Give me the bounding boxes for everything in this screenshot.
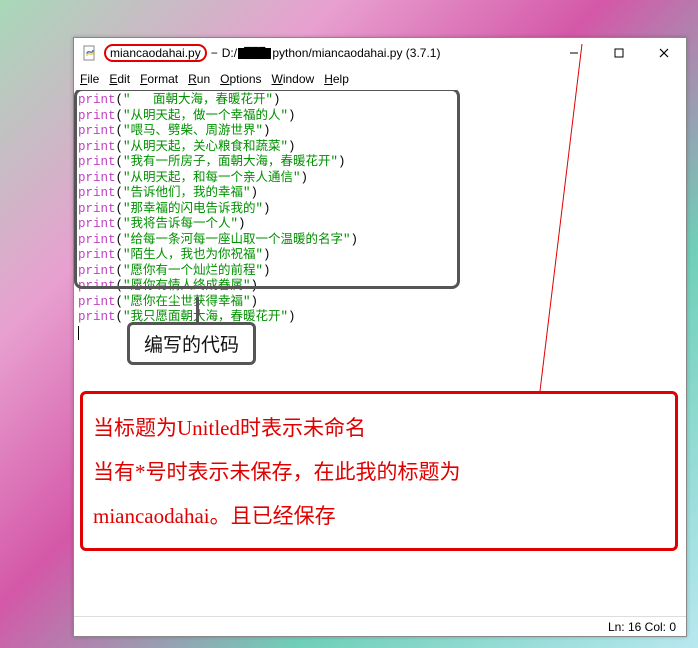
code-line: print("我将告诉每一个人") <box>78 217 682 233</box>
menu-format[interactable]: Format <box>140 72 178 86</box>
title-separator: − <box>211 46 218 60</box>
code-label-annotation: 编写的代码 <box>127 322 256 365</box>
title-redacted: ███ <box>238 48 271 59</box>
title-filename: miancaodahai.py <box>104 44 207 62</box>
code-line: print("我有一所房子，面朝大海，春暖花开") <box>78 155 682 171</box>
code-line: print("从明天起，关心粮食和蔬菜") <box>78 140 682 156</box>
menu-edit[interactable]: Edit <box>109 72 130 86</box>
menu-file[interactable]: File <box>80 72 99 86</box>
code-line: print("从明天起，做一个幸福的人") <box>78 109 682 125</box>
text-caret <box>78 326 79 340</box>
code-line: print("愿你在尘世获得幸福") <box>78 295 682 311</box>
code-line: print("那幸福的闪电告诉我的") <box>78 202 682 218</box>
code-line: print("愿你有一个灿烂的前程") <box>78 264 682 280</box>
code-line: print("给每一条河每一座山取一个温暖的名字") <box>78 233 682 249</box>
menu-options[interactable]: Options <box>220 72 261 86</box>
note-line-2: 当有*号时表示未保存，在此我的标题为 <box>93 450 665 494</box>
minimize-button[interactable] <box>551 38 596 68</box>
menu-window[interactable]: Window <box>272 72 315 86</box>
close-button[interactable] <box>641 38 686 68</box>
note-line-3: miancaodahai。且已经保存 <box>93 494 665 538</box>
title-path-prefix: D:/ <box>222 46 237 60</box>
menu-run[interactable]: Run <box>188 72 210 86</box>
cursor-position: Ln: 16 Col: 0 <box>608 620 676 634</box>
python-file-icon <box>82 45 98 61</box>
maximize-button[interactable] <box>596 38 641 68</box>
code-line: print(" 面朝大海，春暖花开") <box>78 93 682 109</box>
menubar: File Edit Format Run Options Window Help <box>74 68 686 90</box>
code-line: print("从明天起，和每一个亲人通信") <box>78 171 682 187</box>
code-line: print("愿你有情人终成眷属") <box>78 279 682 295</box>
code-line: print("告诉他们，我的幸福") <box>78 186 682 202</box>
title-path-suffix: python/miancaodahai.py (3.7.1) <box>272 46 440 60</box>
titlebar: miancaodahai.py − D:/ ███ python/miancao… <box>74 38 686 68</box>
menu-help[interactable]: Help <box>324 72 349 86</box>
explanation-note: 当标题为Unitled时表示未命名 当有*号时表示未保存，在此我的标题为 mia… <box>80 391 678 551</box>
code-line: print("喂马、劈柴、周游世界") <box>78 124 682 140</box>
code-line: print("陌生人，我也为你祝福") <box>78 248 682 264</box>
note-line-1: 当标题为Unitled时表示未命名 <box>93 406 665 450</box>
annotation-connector-line <box>196 297 199 323</box>
window-controls <box>551 38 686 68</box>
statusbar: Ln: 16 Col: 0 <box>74 616 686 636</box>
